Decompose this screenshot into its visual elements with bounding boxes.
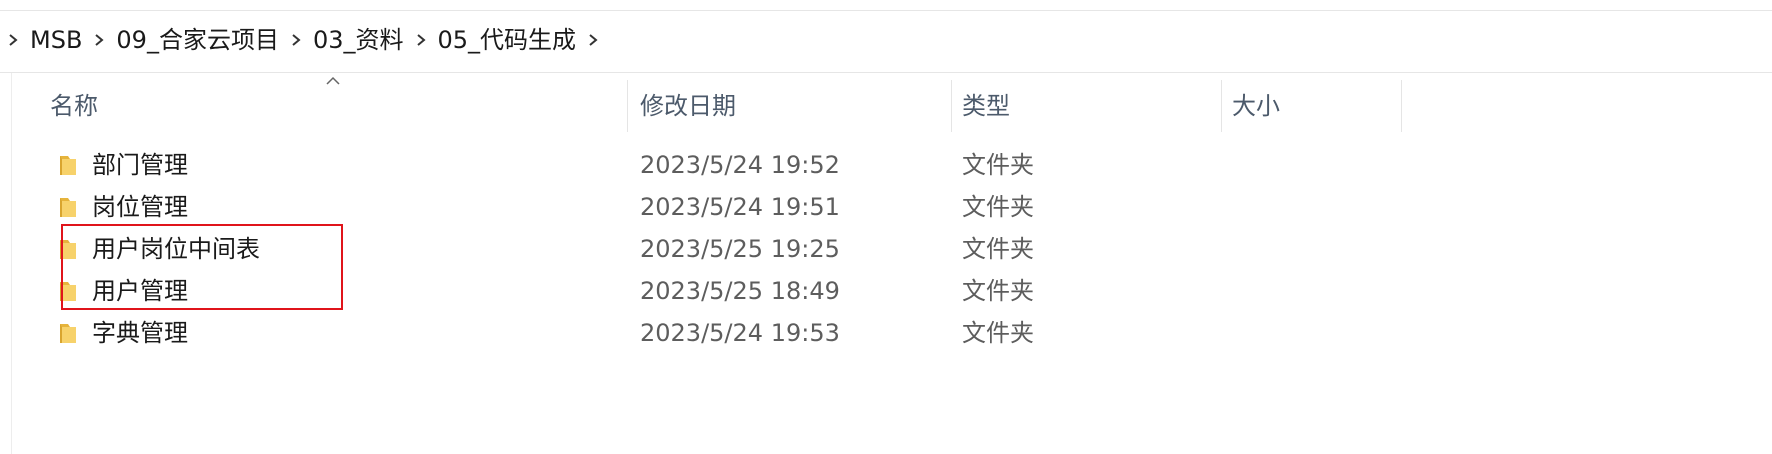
column-divider[interactable] <box>1401 80 1402 132</box>
column-divider[interactable] <box>951 80 952 132</box>
file-date-modified: 2023/5/25 18:49 <box>640 277 840 305</box>
file-name: 字典管理 <box>92 319 188 347</box>
folder-icon <box>60 282 76 301</box>
file-date-modified: 2023/5/24 19:51 <box>640 193 840 221</box>
file-date-modified: 2023/5/25 19:25 <box>640 235 840 263</box>
folder-icon <box>60 240 76 259</box>
breadcrumb-item-msb[interactable]: MSB <box>26 18 86 62</box>
file-row[interactable]: 岗位管理 2023/5/24 19:51 文件夹 <box>12 186 1402 228</box>
file-row[interactable]: 用户岗位中间表 2023/5/25 19:25 文件夹 <box>12 228 1402 270</box>
file-type: 文件夹 <box>962 235 1034 263</box>
folder-icon <box>60 324 76 343</box>
chevron-right-icon[interactable] <box>580 18 606 62</box>
breadcrumb-item-materials[interactable]: 03_资料 <box>309 18 408 62</box>
file-type: 文件夹 <box>962 277 1034 305</box>
column-header-type[interactable]: 类型 <box>962 80 1010 132</box>
file-type: 文件夹 <box>962 193 1034 221</box>
column-header-size[interactable]: 大小 <box>1232 80 1280 132</box>
file-row[interactable]: 字典管理 2023/5/24 19:53 文件夹 <box>12 312 1402 354</box>
chevron-right-icon[interactable] <box>0 18 26 62</box>
column-header-name[interactable]: 名称 <box>50 80 98 132</box>
file-name: 岗位管理 <box>92 193 188 221</box>
file-name: 用户管理 <box>92 277 188 305</box>
column-header-date-modified[interactable]: 修改日期 <box>640 80 736 132</box>
file-date-modified: 2023/5/24 19:53 <box>640 319 840 347</box>
breadcrumb-item-project[interactable]: 09_合家云项目 <box>112 18 283 62</box>
file-row[interactable]: 部门管理 2023/5/24 19:52 文件夹 <box>12 144 1402 186</box>
breadcrumb-item-codegen[interactable]: 05_代码生成 <box>434 18 581 62</box>
breadcrumb: MSB 09_合家云项目 03_资料 05_代码生成 <box>0 18 1772 62</box>
chevron-right-icon[interactable] <box>86 18 112 62</box>
folder-icon <box>60 198 76 217</box>
window-top-border <box>0 10 1772 11</box>
file-type: 文件夹 <box>962 319 1034 347</box>
sort-ascending-icon <box>326 76 340 85</box>
chevron-right-icon[interactable] <box>408 18 434 62</box>
file-row[interactable]: 用户管理 2023/5/25 18:49 文件夹 <box>12 270 1402 312</box>
column-divider[interactable] <box>1221 80 1222 132</box>
chevron-right-icon[interactable] <box>283 18 309 62</box>
file-date-modified: 2023/5/24 19:52 <box>640 151 840 179</box>
folder-icon <box>60 156 76 175</box>
column-divider[interactable] <box>627 80 628 132</box>
file-name: 用户岗位中间表 <box>92 235 260 263</box>
file-name: 部门管理 <box>92 151 188 179</box>
file-type: 文件夹 <box>962 151 1034 179</box>
address-bar-border <box>0 72 1772 73</box>
